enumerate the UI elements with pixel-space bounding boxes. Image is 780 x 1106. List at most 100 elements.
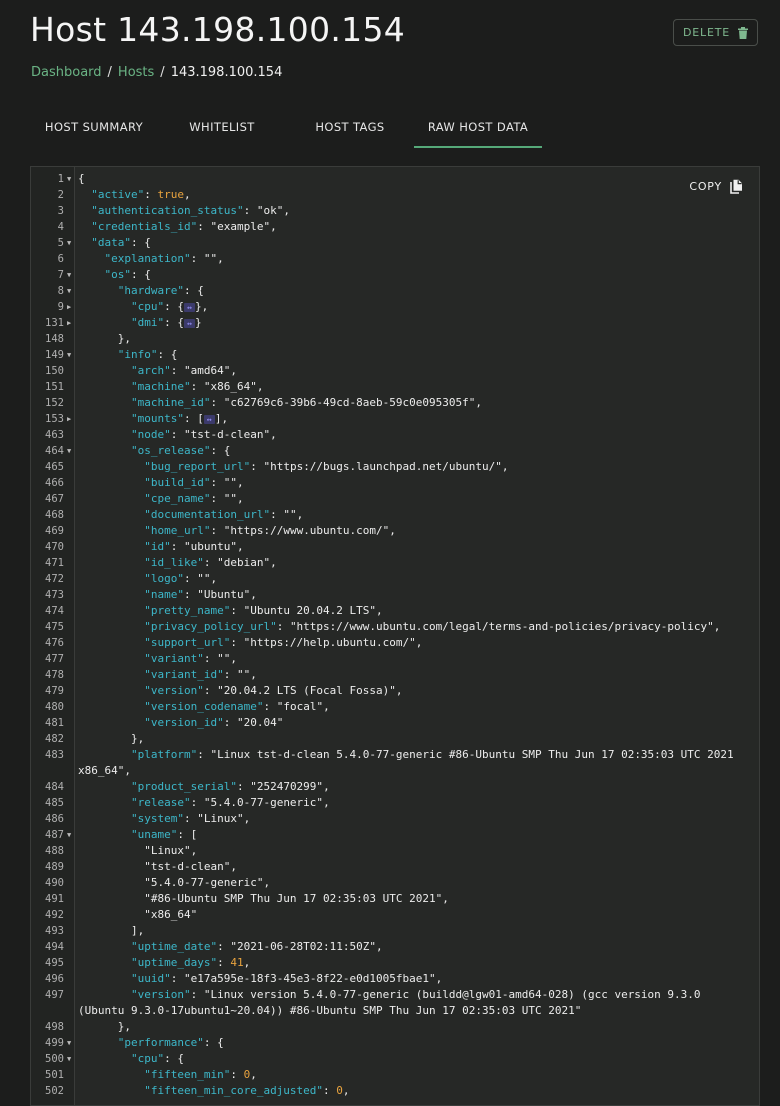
json-punctuation: : [197,220,211,233]
fold-open-icon[interactable]: ▼ [67,283,75,299]
code-line: 150 "arch": "amd64", [31,363,759,379]
line-number: 495 [45,957,64,969]
fold-closed-icon[interactable]: ▶ [67,299,75,315]
fold-open-icon[interactable]: ▼ [67,1051,75,1067]
json-string: "" [236,668,251,681]
fold-closed-icon[interactable]: ▶ [67,315,75,331]
json-punctuation: : { [164,1052,184,1065]
json-key: "fifteen_min_core_adjusted" [144,1084,324,1097]
json-string: "Linux" [197,812,244,825]
code-line: 4 "credentials_id": "example", [31,219,759,235]
code-text: }, [78,1019,745,1035]
json-punctuation: , [323,780,330,793]
json-key: "product_serial" [130,780,237,793]
collapsed-placeholder-icon[interactable]: ↔ [183,302,195,312]
tab-host-summary[interactable]: HOST SUMMARY [30,108,158,146]
code-line: 466 "build_id": "", [31,475,759,491]
json-string: "amd64" [183,364,231,377]
json-punctuation: , [230,860,237,873]
json-string: "example" [210,220,271,233]
json-string: "Ubuntu" [197,588,251,601]
line-number: 482 [45,733,64,745]
line-number: 483 [45,749,64,761]
json-punctuation: : { [183,284,204,297]
json-key: "uptime_days" [130,956,218,969]
code-text: "arch": "amd64", [78,363,745,379]
line-number: 481 [45,717,64,729]
json-punctuation: : [170,972,184,985]
code-text: "5.4.0-77-generic", [78,875,745,891]
code-text: "tst-d-clean", [78,859,745,875]
page-title: Host 143.198.100.154 [30,10,406,49]
fold-open-icon[interactable]: ▼ [67,267,75,283]
json-punctuation: , [435,972,443,985]
json-punctuation: , [236,476,244,489]
line-number: 493 [45,925,64,937]
collapsed-placeholder-icon[interactable]: ↔ [183,318,195,328]
json-key: "machine" [130,380,191,393]
json-viewer[interactable]: 1 ▼{2 "active": true, 3 "authentication_st… [30,166,760,1106]
json-key: "uname" [130,828,178,841]
fold-open-icon[interactable]: ▼ [67,235,75,251]
json-punctuation: : [236,780,251,793]
code-text: "name": "Ubuntu", [78,587,745,603]
copy-icon [730,179,742,194]
code-line: 9 ▶ "cpu": {↔}, [31,299,759,315]
code-text: "fifteen_min_core_adjusted": 0, [78,1083,745,1099]
delete-button[interactable]: DELETE [673,19,758,46]
code-text: "Linux", [78,843,745,859]
breadcrumb-hosts[interactable]: Hosts [118,65,154,80]
code-line: 471 "id_like": "debian", [31,555,759,571]
line-number: 149 [45,349,64,361]
tab-whitelist[interactable]: WHITELIST [158,108,286,146]
code-line: 2 "active": true, [31,187,759,203]
json-key: "node" [130,428,171,441]
line-number: 468 [45,509,64,521]
code-line: 478 "variant_id": "", [31,667,759,683]
json-punctuation: : [230,636,244,649]
fold-open-icon[interactable]: ▼ [67,443,75,459]
tab-raw-host-data[interactable]: RAW HOST DATA [414,108,542,148]
code-line: 495 "uptime_days": 41, [31,955,759,971]
json-punctuation: : [170,364,184,377]
json-punctuation: : [243,204,257,217]
code-line: 3 "authentication_status": "ok", [31,203,759,219]
line-number: 4 [57,221,64,233]
json-punctuation: , [376,940,383,953]
line-number: 491 [45,893,64,905]
code-text: "data": { [78,235,745,251]
json-punctuation: , [183,188,191,201]
code-text: "documentation_url": "", [78,507,745,523]
code-line: 491 "#86-Ubuntu SMP Thu Jun 17 02:35:03 … [31,891,759,907]
json-punctuation: , [263,876,271,889]
code-text: "performance": { [78,1035,745,1051]
json-string: "5.4.0-77-generic" [144,876,264,889]
fold-closed-icon[interactable]: ▶ [67,411,75,427]
json-string: "e17a595e-18f3-45e3-8f22-e0d1005fbae1" [183,972,436,985]
json-punctuation: , [256,380,264,393]
fold-open-icon[interactable]: ▼ [67,171,75,187]
collapsed-placeholder-icon[interactable]: ↔ [203,414,215,424]
json-key: "data" [91,236,131,249]
json-string: "debian" [217,556,271,569]
fold-open-icon[interactable]: ▼ [67,347,75,363]
fold-open-icon[interactable]: ▼ [67,827,75,843]
json-key: "active" [91,188,145,201]
json-punctuation: , [270,220,277,233]
code-line: 481 "version_id": "20.04" [31,715,759,731]
json-punctuation: : [210,476,224,489]
code-line: 476 "support_url": "https://help.ubuntu.… [31,635,759,651]
breadcrumb-dashboard[interactable]: Dashboard [31,65,102,80]
json-string: "ok" [256,204,284,217]
json-punctuation: : [170,540,184,553]
json-string: "Linux" [144,844,191,857]
fold-open-icon[interactable]: ▼ [67,1035,75,1051]
code-text: "mounts": [↔], [78,411,745,427]
code-text: "uname": [ [78,827,745,843]
json-string: "https://bugs.launchpad.net/ubuntu/" [263,460,502,473]
line-number: 1 [57,173,64,185]
tab-host-tags[interactable]: HOST TAGS [286,108,414,146]
copy-button[interactable]: COPY [689,179,743,194]
line-number: 475 [45,621,64,633]
code-text: "cpu": { [78,1051,745,1067]
